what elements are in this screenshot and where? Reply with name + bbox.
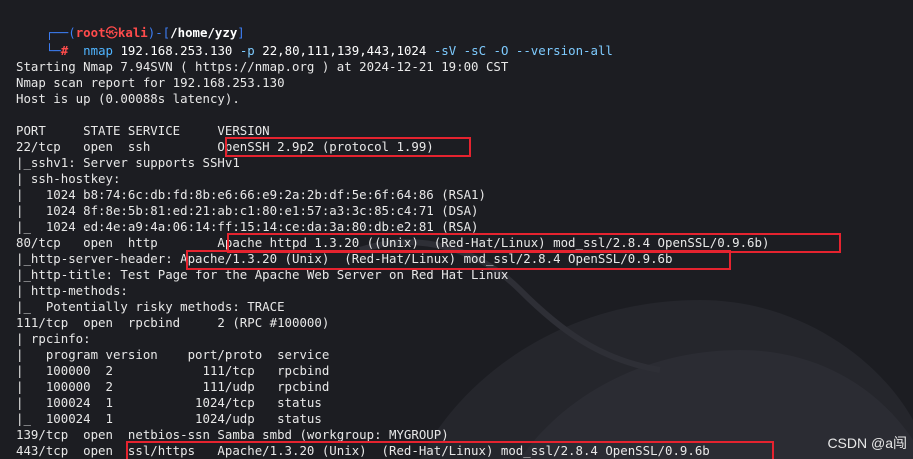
output-line-port-111: 111/tcp open rpcbind 2 (RPC #100000) (16, 315, 330, 330)
output-line: | 1024 b8:74:6c:db:fd:8b:e6:66:e9:2a:2b:… (16, 187, 486, 202)
csdn-watermark: CSDN @a闯 (827, 435, 907, 451)
output-line: |_ Potentially risky methods: TRACE (16, 299, 285, 314)
prompt-top-line: ┌──(root㉿kali)-[/home/yzy] (16, 9, 245, 40)
output-line: | ssh-hostkey: (16, 171, 128, 186)
prompt-hash: # (60, 43, 69, 58)
command-line[interactable]: └─# nmap 192.168.253.130 -p 22,80,111,13… (16, 27, 613, 58)
highlight-box-http-server-header (186, 250, 731, 270)
highlight-box-ssh-version (225, 137, 471, 157)
output-line: | 100000 2 111/tcp rpcbind (16, 363, 330, 378)
command-ports: 22,80,111,139,443,1024 (262, 43, 427, 58)
command-name: nmap (83, 43, 113, 58)
command-flag-p: -p (239, 43, 255, 58)
command-target: 192.168.253.130 (120, 43, 233, 58)
output-line: |_ 100024 1 1024/udp status (16, 411, 322, 426)
output-line: Nmap scan report for 192.168.253.130 (16, 75, 285, 90)
output-line: Starting Nmap 7.94SVN ( https://nmap.org… (16, 59, 509, 74)
output-line: | 100024 1 1024/tcp status (16, 395, 322, 410)
output-line: | 100000 2 111/udp rpcbind (16, 379, 330, 394)
output-line: | http-methods: (16, 283, 136, 298)
output-line: | rpcinfo: (16, 331, 99, 346)
command-options: -sV -sC -O --version-all (433, 43, 613, 58)
output-line: | 1024 8f:8e:5b:81:ed:21:ab:c1:80:e1:57:… (16, 203, 479, 218)
highlight-box-https-version (126, 441, 774, 459)
prompt-corner-bottom: └─ (45, 43, 61, 58)
output-line: Host is up (0.00088s latency). (16, 91, 240, 106)
terminal-window[interactable]: ┌──(root㉿kali)-[/home/yzy] └─# nmap 192.… (0, 0, 913, 459)
output-line: | program version port/proto service (16, 347, 330, 362)
output-line: |_sshv1: Server supports SSHv1 (16, 155, 240, 170)
